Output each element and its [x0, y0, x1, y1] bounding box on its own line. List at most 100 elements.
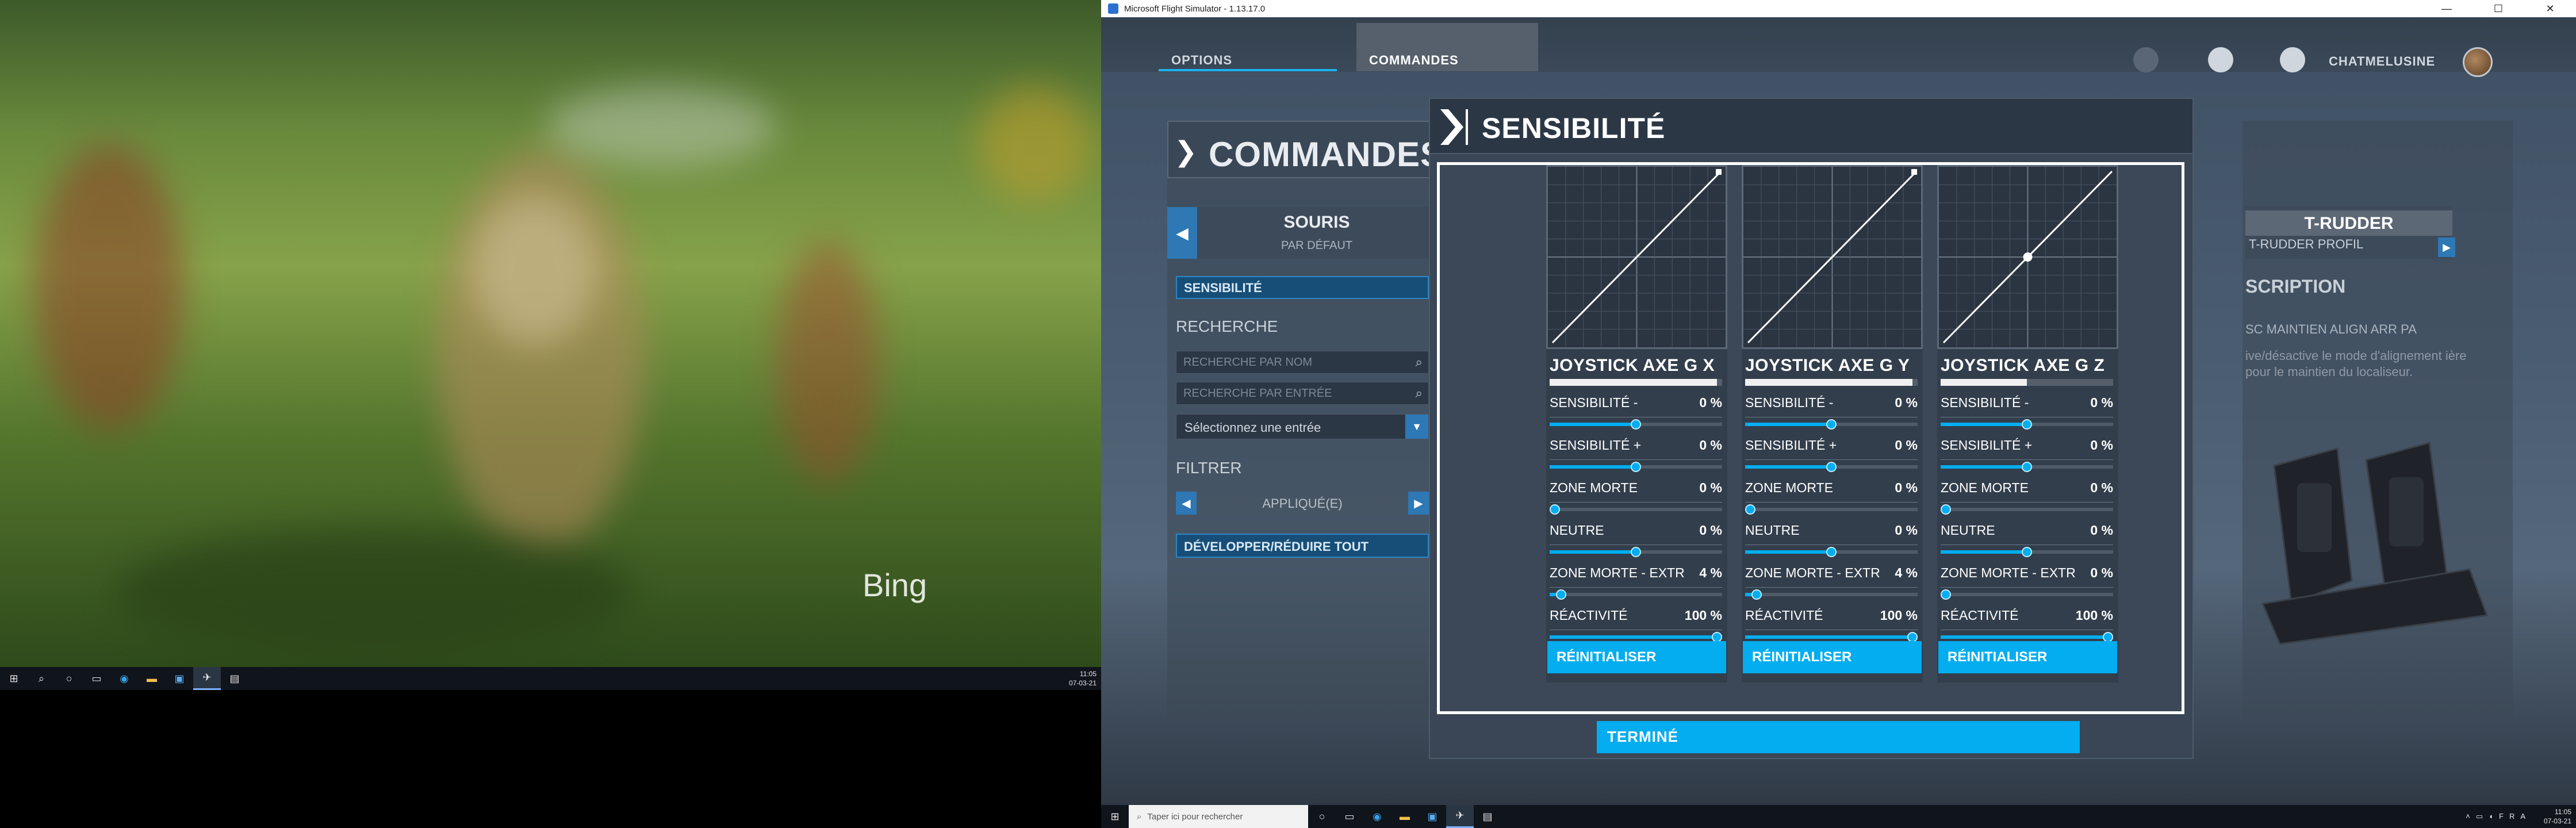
left-clock[interactable]: 11:05 07-03-21 — [1069, 669, 1097, 688]
task-view-icon[interactable]: ▭ — [83, 667, 110, 690]
search-by-input-field[interactable]: RECHERCHE PAR ENTRÉE ⌕ — [1176, 382, 1429, 405]
slider-handle[interactable] — [1751, 589, 1762, 600]
notifications-icon[interactable] — [2280, 47, 2305, 72]
slider-handle[interactable] — [1556, 589, 1567, 600]
tab-options[interactable]: OPTIONS — [1159, 46, 1337, 71]
app-icon[interactable]: ▤ — [221, 667, 248, 690]
flight-sim-icon[interactable]: ✈ — [193, 667, 221, 690]
right-clock[interactable]: 11:05 07-03-21 — [2544, 807, 2571, 826]
cortana-icon[interactable]: ○ — [1308, 805, 1336, 828]
minimize-button[interactable]: — — [2421, 0, 2472, 17]
parameter-slider[interactable] — [1550, 593, 1722, 596]
profile-icon[interactable] — [2208, 47, 2233, 72]
slider-handle[interactable] — [1631, 419, 1641, 430]
parameter-value: 0 % — [1895, 395, 1918, 410]
parameter-slider[interactable] — [1941, 593, 2113, 596]
slider-handle[interactable] — [1826, 547, 1837, 557]
reset-button[interactable]: RÉINITIALISER — [1547, 641, 1726, 673]
page-title: COMMANDES — [1209, 135, 1444, 174]
app-icon[interactable]: ▤ — [1474, 805, 1501, 828]
parameter-slider[interactable] — [1745, 593, 1918, 596]
slider-handle[interactable] — [1826, 419, 1837, 430]
slider-handle[interactable] — [1941, 504, 1951, 515]
edge-icon[interactable]: ◉ — [110, 667, 138, 690]
task-view-icon[interactable]: ▭ — [1336, 805, 1363, 828]
friends-icon[interactable] — [2133, 47, 2159, 72]
maximize-button[interactable]: ☐ — [2472, 0, 2524, 17]
chevron-right-icon — [1440, 109, 1468, 145]
store-icon[interactable]: ▣ — [1419, 805, 1446, 828]
slider-handle[interactable] — [1826, 462, 1837, 472]
slider-fill — [1941, 465, 2027, 469]
parameter-label: ZONE MORTE - EXTRÊMI... — [1745, 565, 1880, 580]
search-icon: ⌕ — [1415, 386, 1423, 400]
store-icon[interactable]: ▣ — [166, 667, 193, 690]
sensitivity-modal: SENSIBILITÉ JOYSTICK AXE G X SENSIBILITÉ … — [1429, 98, 2194, 759]
taskbar-search-box[interactable]: ⌕ Taper ici pour rechercher — [1129, 805, 1308, 828]
parameter-value: 0 % — [1699, 480, 1722, 495]
parameter-slider[interactable] — [1550, 508, 1722, 511]
parameter-label: ZONE MORTE — [1941, 480, 2029, 495]
axis-input-bar — [1745, 379, 1918, 386]
slider-handle[interactable] — [1550, 504, 1560, 515]
desktop-wallpaper: Bing — [0, 0, 1101, 667]
parameter-label: ZONE MORTE — [1550, 480, 1638, 495]
slider-fill — [1550, 593, 1557, 596]
parameter-value: 0 % — [1699, 395, 1722, 410]
slider-handle[interactable] — [2022, 462, 2032, 472]
sensitivity-parameter: SENSIBILITÉ + 0 % — [1550, 438, 1722, 478]
done-button[interactable]: TERMINÉ — [1597, 721, 2080, 753]
parameter-slider[interactable] — [1550, 635, 1722, 639]
axis-column: JOYSTICK AXE G Y SENSIBILITÉ -0 % SENSIBIL… — [1742, 165, 1923, 683]
device-prev-button[interactable]: ◀ — [1167, 207, 1197, 259]
slider-handle[interactable] — [1941, 589, 1951, 600]
parameter-label: NEUTRE — [1745, 523, 1800, 538]
network-icon[interactable]: ▭ — [2476, 812, 2489, 821]
sensitivity-button[interactable]: SENSIBILITÉ — [1176, 276, 1429, 299]
avatar[interactable] — [2463, 47, 2493, 77]
slider-handle[interactable] — [2022, 419, 2032, 430]
cortana-icon[interactable]: ○ — [55, 667, 83, 690]
language-indicator[interactable]: FRA — [2499, 812, 2531, 821]
slider-handle[interactable] — [1631, 462, 1641, 472]
slider-fill — [1550, 423, 1636, 426]
flight-sim-icon[interactable]: ✈ — [1446, 805, 1474, 828]
slider-handle[interactable] — [2022, 547, 2032, 557]
parameter-slider[interactable] — [1941, 508, 2113, 511]
app-icon — [1108, 3, 1118, 14]
parameter-slider[interactable] — [1745, 508, 1918, 511]
volume-icon[interactable]: ◖ — [2489, 812, 2499, 821]
curve-position-marker — [1716, 169, 1722, 175]
search-icon[interactable]: ⌕ — [28, 667, 55, 690]
response-curve-graph — [1546, 165, 1727, 349]
expand-collapse-button[interactable]: DÉVELOPPER/RÉDUIRE TOUT — [1176, 534, 1429, 558]
tab-commandes[interactable]: COMMANDES — [1356, 23, 1538, 71]
close-button[interactable]: ✕ — [2524, 0, 2576, 17]
trudder-selector: T-RUDDER T-RUDDER PROFIL — [2245, 206, 2452, 259]
reset-button[interactable]: RÉINITIALISER — [1743, 641, 1922, 673]
divider — [1941, 587, 2113, 588]
right-taskbar: ⊞ ⌕ Taper ici pour rechercher ○ ▭ ◉ ▬ ▣ … — [1101, 805, 2576, 828]
parameter-label: SENSIBILITÉ + — [1941, 438, 2033, 453]
reset-button[interactable]: RÉINITIALISER — [1938, 641, 2117, 673]
search-by-name-input[interactable]: RECHERCHE PAR NOM ⌕ — [1176, 351, 1429, 374]
parameter-slider[interactable] — [1745, 635, 1918, 639]
filter-next-button[interactable]: ▶ — [1408, 492, 1429, 515]
start-icon[interactable]: ⊞ — [1101, 805, 1129, 828]
axis-column: JOYSTICK AXE G Z SENSIBILITÉ -0 % SENSIBIL… — [1937, 165, 2118, 683]
curve-position-marker — [1911, 169, 1917, 175]
parameter-value: 0 % — [1699, 523, 1722, 538]
file-explorer-icon[interactable]: ▬ — [1391, 805, 1419, 828]
profile-next-button[interactable]: ▶ — [2438, 237, 2455, 257]
tray-chevron-icon[interactable]: ˄ — [2466, 812, 2476, 821]
edge-icon[interactable]: ◉ — [1363, 805, 1391, 828]
file-explorer-icon[interactable]: ▬ — [138, 667, 166, 690]
slider-handle[interactable] — [1631, 547, 1641, 557]
system-tray[interactable]: ˄▭◖FRA — [2466, 812, 2531, 821]
select-entry-dropdown[interactable]: Sélectionnez une entrée ▼ — [1176, 414, 1429, 439]
filter-prev-button[interactable]: ◀ — [1176, 492, 1197, 515]
parameter-slider[interactable] — [1941, 635, 2113, 639]
slider-handle[interactable] — [1745, 504, 1755, 515]
username[interactable]: CHATMELUSINE — [2329, 54, 2435, 69]
start-icon[interactable]: ⊞ — [0, 667, 28, 690]
